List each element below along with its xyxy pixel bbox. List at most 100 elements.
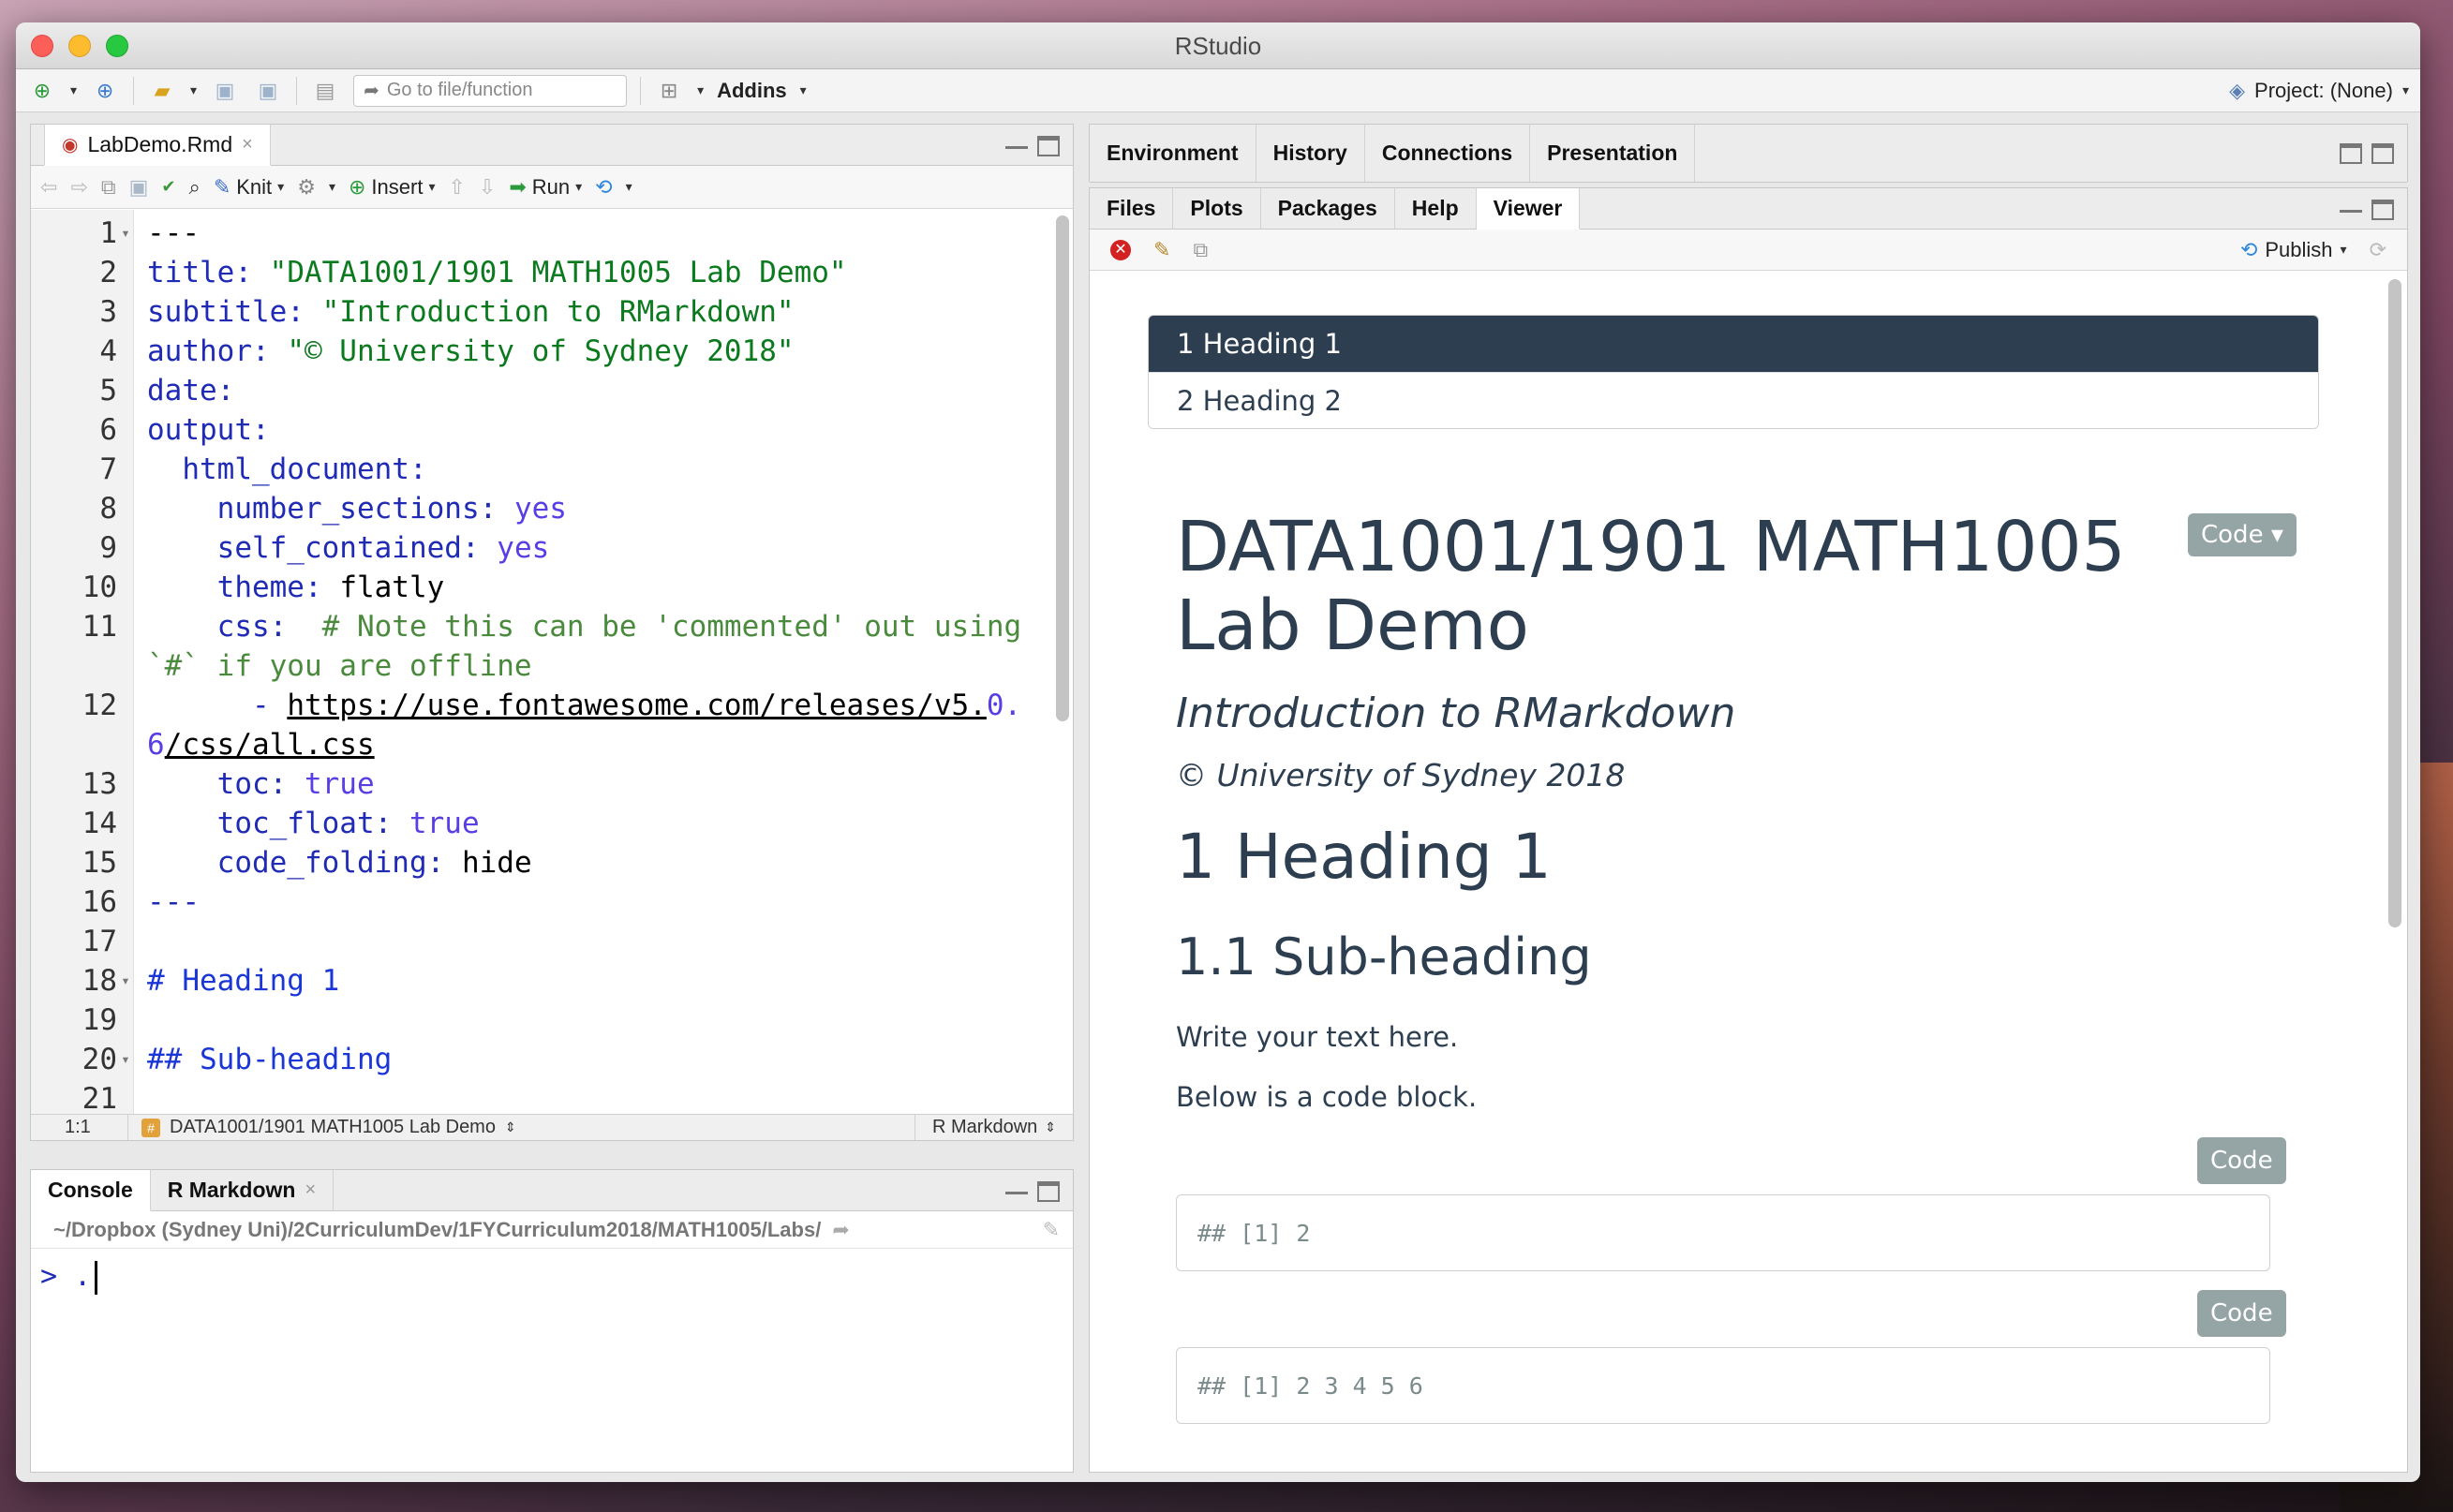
zoom-window-button[interactable] xyxy=(106,35,128,57)
spellcheck-icon[interactable]: ✔ xyxy=(161,177,175,197)
cursor-position: 1:1 xyxy=(31,1115,128,1140)
code-token: true xyxy=(304,767,375,801)
code-folding-dropdown[interactable]: Code ▾ xyxy=(2188,513,2297,556)
tab-help[interactable]: Help xyxy=(1395,188,1477,229)
knit-button[interactable]: ✎ Knit ▾ xyxy=(214,175,284,200)
next-chunk-icon[interactable]: ⇩ xyxy=(479,175,496,200)
toc-item-heading-1[interactable]: 1 Heading 1 xyxy=(1149,316,2318,372)
maximize-pane-icon[interactable] xyxy=(1037,1181,1060,1202)
go-to-file-input[interactable]: ➦ Go to file/function xyxy=(353,74,628,107)
toc-item-heading-2[interactable]: 2 Heading 2 xyxy=(1149,372,2318,428)
fold-arrow-icon[interactable]: ▾ xyxy=(117,961,134,1001)
forward-icon[interactable]: ⇨ xyxy=(70,175,87,200)
tab-r-markdown[interactable]: R Markdown × xyxy=(151,1170,334,1210)
run-button[interactable]: ➡ Run ▾ xyxy=(509,175,582,200)
rmd-file-icon: ◉ xyxy=(62,135,79,156)
code-line: 19 xyxy=(31,1001,1048,1040)
minimize-pane-icon[interactable] xyxy=(2340,200,2362,213)
tab-labdemo-rmd[interactable]: ◉ LabDemo.Rmd × xyxy=(44,125,271,166)
workspace-panes-dropdown-icon[interactable]: ▾ xyxy=(697,82,704,98)
code-token: html_document: xyxy=(147,452,427,486)
knit-label: Knit xyxy=(236,174,273,199)
tab-connections[interactable]: Connections xyxy=(1365,125,1531,182)
code-line: 16 --- xyxy=(31,882,1048,922)
minimize-pane-icon[interactable] xyxy=(1005,1181,1028,1194)
new-project-icon[interactable]: ⊕ xyxy=(90,78,120,104)
tab-files[interactable]: Files xyxy=(1090,188,1174,229)
save-all-icon[interactable]: ▣ xyxy=(253,78,283,104)
maximize-pane-icon[interactable] xyxy=(1037,136,1060,156)
close-tab-icon[interactable]: × xyxy=(305,1179,316,1201)
stop-viewer-icon[interactable]: ✕ xyxy=(1110,239,1131,260)
restore-pane-icon[interactable] xyxy=(2340,143,2362,164)
code-toggle-button[interactable]: Code xyxy=(2197,1290,2286,1337)
clear-viewer-broom-icon[interactable]: ✎ xyxy=(1153,238,1170,262)
show-in-window-icon[interactable]: ⧉ xyxy=(1193,238,1208,262)
tab-console[interactable]: Console xyxy=(31,1170,151,1211)
show-in-window-icon[interactable]: ⧉ xyxy=(101,175,116,200)
workspace-panes-icon[interactable]: ⊞ xyxy=(654,78,684,104)
settings-dropdown-icon[interactable]: ▾ xyxy=(329,179,335,195)
save-icon[interactable]: ▣ xyxy=(210,78,240,104)
restore-pane-icon[interactable] xyxy=(2371,200,2394,220)
file-type-selector[interactable]: R Markdown ⇕ xyxy=(914,1115,1073,1140)
rerun-dropdown-icon[interactable]: ▾ xyxy=(626,179,632,195)
line-number: 6 xyxy=(99,413,117,447)
print-icon[interactable]: ▤ xyxy=(310,78,340,104)
go-to-directory-icon[interactable]: ➦ xyxy=(832,1218,849,1242)
back-icon[interactable]: ⇦ xyxy=(40,175,57,200)
line-number: 16 xyxy=(82,885,117,919)
tab-history[interactable]: History xyxy=(1256,125,1365,182)
fold-arrow-icon xyxy=(117,1001,134,1040)
maximize-pane-icon[interactable] xyxy=(2371,143,2394,164)
line-number: 12 xyxy=(82,689,117,722)
viewer-scrollbar[interactable] xyxy=(2388,279,2401,927)
code-editor[interactable]: 1 ▾ --- 2 title: "DATA1001/1901 MATH1005 Lab… xyxy=(31,210,1073,1114)
rerun-icon[interactable]: ⟲ xyxy=(595,175,612,200)
new-file-icon[interactable]: ⊕ xyxy=(27,78,57,104)
editor-scrollbar[interactable] xyxy=(1056,215,1069,721)
fold-arrow-icon[interactable]: ▾ xyxy=(117,214,134,253)
fold-arrow-icon[interactable]: ▾ xyxy=(117,1040,134,1079)
previous-chunk-icon[interactable]: ⇧ xyxy=(448,175,465,200)
clear-console-icon[interactable]: ✎ xyxy=(1043,1218,1060,1242)
publish-icon: ⟲ xyxy=(2239,237,2258,261)
fold-arrow-icon xyxy=(117,371,134,410)
console-input[interactable]: > . xyxy=(31,1249,1073,1306)
tab-plots[interactable]: Plots xyxy=(1173,188,1261,229)
insert-chunk-button[interactable]: ⊕ Insert ▾ xyxy=(349,175,436,200)
find-replace-icon[interactable]: ⌕ xyxy=(188,175,200,200)
toolbar-separator xyxy=(640,76,642,105)
publish-button[interactable]: ⟲ Publish ▾ xyxy=(2240,238,2347,262)
code-token[interactable]: https://use.fontawesome.com/releases/v5. xyxy=(287,689,987,722)
tab-viewer[interactable]: Viewer xyxy=(1476,188,1581,230)
save-file-icon[interactable]: ▣ xyxy=(129,175,149,200)
code-line: 3 subtitle: "Introduction to RMarkdown" xyxy=(31,292,1048,332)
settings-gear-icon[interactable]: ⚙ xyxy=(297,175,316,200)
addins-menu[interactable]: Addins xyxy=(717,79,787,103)
open-file-icon[interactable]: ▰ xyxy=(147,78,177,104)
code-output: ## [1] 2 xyxy=(1176,1194,2270,1271)
new-file-dropdown-icon[interactable]: ▾ xyxy=(70,82,77,98)
tab-packages[interactable]: Packages xyxy=(1261,188,1395,229)
code-line: 8 number_sections: yes xyxy=(31,489,1048,528)
code-line: 11 css: # Note this can be 'commented' o… xyxy=(31,607,1048,686)
project-menu[interactable]: ◈ Project: (None) ▾ xyxy=(2229,79,2409,103)
tab-environment[interactable]: Environment xyxy=(1090,125,1256,182)
chunk-updown-icon: ⇕ xyxy=(504,1119,516,1134)
addins-dropdown-icon[interactable]: ▾ xyxy=(800,82,807,98)
code-token[interactable]: /css/all.css xyxy=(165,728,375,762)
minimize-window-button[interactable] xyxy=(68,35,91,57)
code-token: theme: xyxy=(147,571,340,604)
chunk-navigator[interactable]: # DATA1001/1901 MATH1005 Lab Demo ⇕ xyxy=(128,1117,516,1138)
code-token: --- xyxy=(147,885,200,919)
open-file-dropdown-icon[interactable]: ▾ xyxy=(190,82,197,98)
toolbar-separator xyxy=(133,76,135,105)
code-line: 4 author: "© University of Sydney 2018" xyxy=(31,332,1048,371)
refresh-viewer-icon[interactable]: ⟳ xyxy=(2370,238,2386,262)
code-toggle-button[interactable]: Code xyxy=(2197,1137,2286,1184)
tab-presentation[interactable]: Presentation xyxy=(1530,125,1696,182)
close-tab-icon[interactable]: × xyxy=(242,134,253,156)
close-window-button[interactable] xyxy=(31,35,53,57)
minimize-pane-icon[interactable] xyxy=(1005,136,1028,149)
